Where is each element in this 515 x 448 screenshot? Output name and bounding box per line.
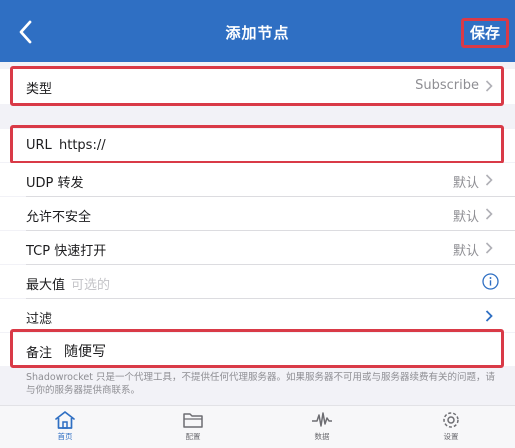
navigation-bar: 添加节点 保存 [0,0,515,62]
max-input[interactable]: 可选的 [71,274,110,293]
tcp-label: TCP 快速打开 [26,244,107,259]
url-label: URL [26,138,52,153]
page-title: 添加节点 [225,24,290,42]
remark-input[interactable]: 随便写 [64,341,106,361]
url-row[interactable]: URL https:// [0,129,515,162]
pulse-icon [312,412,332,427]
chevron-right-icon [485,208,493,220]
tab-data[interactable]: 数据 [292,410,352,448]
gear-icon [443,412,459,428]
max-label: 最大值 [26,278,66,293]
tab-label: 首页 [57,432,73,441]
type-label: 类型 [26,82,53,97]
tab-label: 设置 [443,432,459,441]
type-row[interactable]: 类型 Subscribe [0,69,515,104]
filter-label: 过滤 [26,312,53,327]
info-icon[interactable] [482,273,499,290]
disclaimer-text: Shadowrocket 只是一个代理工具，不提供任何代理服务器。如果服务器不可… [26,372,495,396]
folder-icon [183,413,203,428]
chevron-right-icon [485,80,493,92]
max-value-row[interactable]: 最大值 可选的 [0,265,515,298]
save-button[interactable]: 保存 [464,21,506,47]
tab-settings[interactable]: 设置 [421,410,481,448]
chevron-right-icon [485,242,493,254]
type-value: Subscribe [415,78,479,93]
chevron-right-icon [485,174,493,186]
filter-row[interactable]: 过滤 [0,299,515,332]
tab-bar: 首页 配置 数据 设置 [0,405,515,448]
url-input[interactable]: https:// [59,138,106,153]
udp-label: UDP 转发 [26,176,84,191]
tab-home[interactable]: 首页 [35,410,95,448]
udp-forward-row[interactable]: UDP 转发 默认 [0,163,515,196]
tab-label: 数据 [314,432,330,441]
remark-row[interactable]: 备注 随便写 [0,333,515,366]
udp-value: 默认 [452,176,479,191]
tab-config[interactable]: 配置 [163,410,223,448]
tab-label: 配置 [185,432,201,441]
tcp-value: 默认 [452,244,479,259]
chevron-right-icon [485,310,493,322]
tcp-fast-open-row[interactable]: TCP 快速打开 默认 [0,231,515,264]
insecure-label: 允许不安全 [26,210,92,225]
remark-label: 备注 [26,346,53,361]
home-icon [55,411,75,429]
allow-insecure-row[interactable]: 允许不安全 默认 [0,197,515,230]
insecure-value: 默认 [452,210,479,225]
